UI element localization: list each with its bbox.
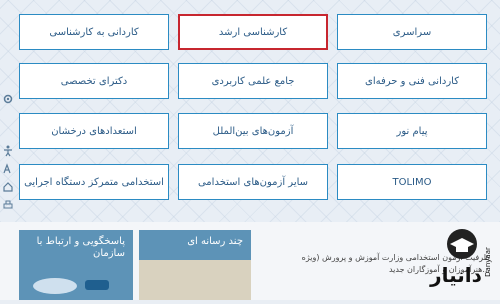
print-icon[interactable]	[2, 196, 14, 209]
support-title-line1: پاسخگویی و ارتباط با	[36, 236, 125, 247]
logo-subtext: Danyaar	[484, 247, 492, 277]
accessibility-icon[interactable]	[2, 142, 14, 157]
logo-text: دانیار	[429, 263, 482, 287]
text-size-icon[interactable]	[2, 160, 14, 174]
danyaar-logo: دانیار Danyaar	[412, 222, 500, 300]
tile-doctora[interactable]: دکترای تخصصی	[19, 63, 169, 99]
support-title-line2: سازمان	[92, 248, 125, 259]
tile-sayer-estekhdami[interactable]: سایر آزمون‌های استخدامی	[178, 164, 328, 200]
gear-icon[interactable]	[2, 90, 14, 104]
side-toolbar	[0, 86, 16, 216]
tile-tolimo[interactable]: TOLIMO	[337, 164, 487, 200]
tile-estekhdami-motamarkez[interactable]: استخدامی متمرکز دستگاه اجرایی	[19, 164, 169, 200]
support-card-header: پاسخگویی و ارتباط با سازمان	[19, 230, 133, 300]
tile-sarasari[interactable]: سراسری	[337, 14, 487, 50]
media-card-header: چند رسانه ای	[139, 230, 251, 260]
support-card[interactable]: پاسخگویی و ارتباط با سازمان	[19, 230, 133, 300]
media-card[interactable]: چند رسانه ای	[139, 230, 251, 300]
tile-estedad-derakhshan[interactable]: استعدادهای درخشان	[19, 113, 169, 149]
support-illustration-icon	[33, 278, 109, 294]
tile-jame-elmi-karbordi[interactable]: جامع علمی کاربردی	[178, 63, 328, 99]
tile-azmoon-beynolmelal[interactable]: آزمون‌های بین‌الملل	[178, 113, 328, 149]
tile-karshenasi-arshad[interactable]: کارشناسی ارشد	[178, 14, 328, 50]
media-thumbnail[interactable]	[139, 260, 251, 300]
home-icon[interactable]	[2, 178, 14, 192]
tile-payam-noor[interactable]: پیام نور	[337, 113, 487, 149]
tile-kardani-fanni[interactable]: کاردانی فنی و حرفه‌ای	[337, 63, 487, 99]
tile-kardani-be-karshenasi[interactable]: کاردانی به کارشناسی	[19, 14, 169, 50]
